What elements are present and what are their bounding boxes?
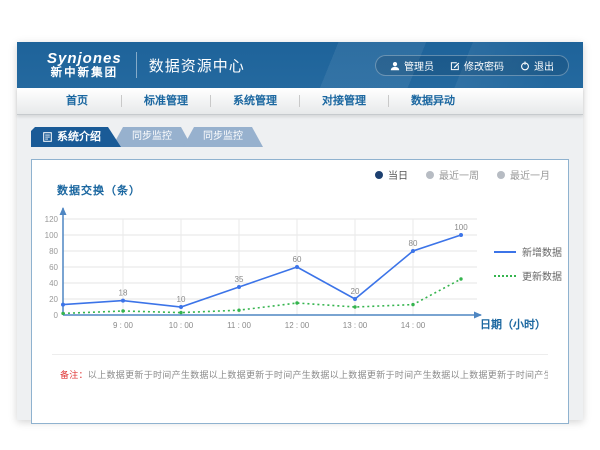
svg-text:10: 10 — [177, 295, 186, 304]
legend-label: 更新数据 — [522, 268, 562, 283]
tab-label: 系统介绍 — [57, 127, 101, 147]
brand-logo-text: Synjones — [47, 51, 122, 67]
logout-button[interactable]: 退出 — [520, 58, 554, 73]
svg-text:13 : 00: 13 : 00 — [343, 321, 368, 330]
footnote-prefix: 备注： — [60, 370, 88, 380]
chart-legend: 新增数据 更新数据 — [494, 244, 562, 283]
svg-text:40: 40 — [49, 279, 58, 288]
admin-user-label: 管理员 — [404, 58, 434, 73]
change-password-label: 修改密码 — [464, 58, 504, 73]
logout-label: 退出 — [534, 58, 554, 73]
tab-sync-monitor-1[interactable]: 同步监控 — [112, 127, 192, 147]
svg-text:10 : 00: 10 : 00 — [169, 321, 194, 330]
legend-label: 新增数据 — [522, 244, 562, 259]
svg-text:20: 20 — [351, 287, 360, 296]
dotted-line-swatch — [494, 275, 516, 277]
admin-user-button[interactable]: 管理员 — [390, 58, 434, 73]
legend-item-new-data: 新增数据 — [494, 244, 562, 259]
x-axis-title: 日期（小时） — [480, 316, 546, 332]
tab-sync-monitor-2[interactable]: 同步监控 — [183, 127, 263, 147]
footnote: 备注：以上数据更新于时间产生数据以上数据更新于时间产生数据以上数据更新于时间产生… — [52, 354, 548, 381]
app-title: 数据资源中心 — [149, 55, 245, 76]
tab-label: 同步监控 — [203, 131, 243, 142]
svg-text:11 : 00: 11 : 00 — [227, 321, 251, 330]
header-divider — [136, 52, 137, 78]
footnote-text: 以上数据更新于时间产生数据以上数据更新于时间产生数据以上数据更新于时间产生数据以… — [88, 370, 548, 380]
tab-bar: 系统介绍 同步监控 同步监控 — [31, 127, 583, 147]
solid-line-swatch — [494, 251, 516, 253]
svg-text:20: 20 — [49, 295, 58, 304]
app-window: Synjones 新中新集团 数据资源中心 管理员 修改密码 退出 — [17, 42, 583, 420]
tab-label: 同步监控 — [132, 131, 172, 142]
content-area: 系统介绍 同步监控 同步监控 当日 最近一周 — [17, 127, 583, 432]
brand-logo-subtext: 新中新集团 — [47, 67, 122, 79]
svg-text:35: 35 — [235, 275, 244, 284]
page: Synjones 新中新集团 数据资源中心 管理员 修改密码 退出 — [0, 0, 600, 450]
svg-text:0: 0 — [54, 311, 59, 320]
app-header: Synjones 新中新集团 数据资源中心 管理员 修改密码 退出 — [17, 42, 583, 88]
edit-icon — [450, 61, 460, 71]
svg-text:60: 60 — [49, 263, 58, 272]
user-toolbar: 管理员 修改密码 退出 — [375, 55, 569, 76]
svg-text:120: 120 — [45, 215, 59, 224]
main-nav: 首页 标准管理 系统管理 对接管理 数据异动 — [17, 88, 583, 115]
legend-item-update-data: 更新数据 — [494, 268, 562, 283]
user-icon — [390, 61, 400, 71]
nav-item-home[interactable]: 首页 — [33, 88, 121, 115]
svg-text:9 : 00: 9 : 00 — [113, 321, 134, 330]
nav-item-data-change[interactable]: 数据异动 — [389, 88, 477, 115]
svg-text:100: 100 — [454, 223, 468, 232]
svg-text:80: 80 — [409, 239, 418, 248]
power-icon — [520, 61, 530, 71]
chart-panel: 当日 最近一周 最近一月 数据交换（条） 0204060801001209 : … — [31, 159, 569, 424]
change-password-button[interactable]: 修改密码 — [450, 58, 504, 73]
svg-text:18: 18 — [119, 289, 128, 298]
nav-item-standard-mgmt[interactable]: 标准管理 — [122, 88, 210, 115]
svg-text:80: 80 — [49, 247, 58, 256]
nav-item-system-mgmt[interactable]: 系统管理 — [211, 88, 299, 115]
svg-text:14 : 00: 14 : 00 — [401, 321, 426, 330]
svg-text:60: 60 — [293, 255, 302, 264]
nav-item-interface-mgmt[interactable]: 对接管理 — [300, 88, 388, 115]
svg-text:100: 100 — [45, 231, 59, 240]
document-icon — [43, 132, 52, 142]
svg-text:12 : 00: 12 : 00 — [285, 321, 310, 330]
tab-system-intro[interactable]: 系统介绍 — [31, 127, 121, 147]
brand-logo: Synjones 新中新集团 — [47, 51, 122, 79]
